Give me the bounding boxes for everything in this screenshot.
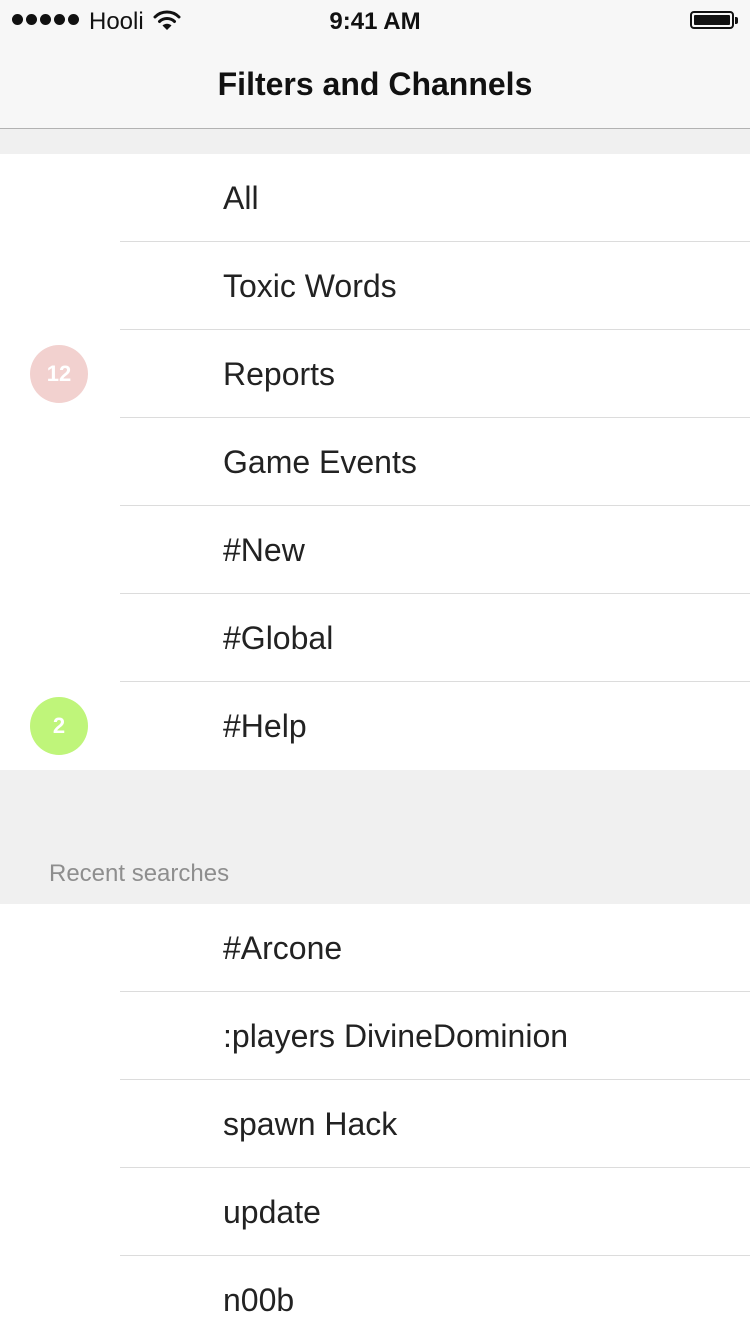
recent-search-item[interactable]: spawn Hack [0, 1080, 750, 1168]
channel-row-global[interactable]: #Global [0, 594, 750, 682]
section-header: Recent searches [49, 860, 230, 887]
channel-row-help[interactable]: 2 #Help [0, 682, 750, 770]
battery-icon [690, 11, 738, 29]
recent-searches-section: Recent searches [0, 770, 750, 904]
status-time: 9:41 AM [329, 8, 421, 35]
channel-label: All [223, 180, 259, 216]
channel-row-game-events[interactable]: Game Events [0, 418, 750, 506]
recent-search-item[interactable]: n00b [0, 1256, 750, 1334]
channel-row-toxic-words[interactable]: Toxic Words [0, 242, 750, 330]
recent-search-item[interactable]: :players DivineDominion [0, 992, 750, 1080]
unread-count-badge: 2 [30, 697, 88, 755]
unread-count-badge: 12 [30, 345, 88, 403]
status-bar: Hooli 9:41 AM [0, 0, 750, 40]
channel-row-new[interactable]: #New [0, 506, 750, 594]
recent-search-label: spawn Hack [223, 1106, 398, 1142]
channel-label: #New [223, 532, 305, 568]
recent-search-item[interactable]: update [0, 1168, 750, 1256]
channel-label: Toxic Words [223, 268, 397, 304]
recent-search-list: #Arcone :players DivineDominion spawn Ha… [0, 904, 750, 1334]
screen: Hooli 9:41 AM Filters and Channels All T… [0, 0, 750, 1334]
channel-row-reports[interactable]: 12 Reports [0, 330, 750, 418]
channel-label: Game Events [223, 444, 417, 480]
recent-search-label: :players DivineDominion [223, 1018, 569, 1054]
channel-label: Reports [223, 356, 336, 392]
section-spacer [0, 129, 750, 154]
recent-search-label: update [223, 1194, 321, 1230]
channel-list: All Toxic Words 12 Reports Game Events #… [0, 154, 750, 770]
channel-label: #Global [223, 620, 334, 656]
page-title: Filters and Channels [217, 66, 533, 102]
channel-label: #Help [223, 708, 307, 744]
navigation-bar: Filters and Channels [0, 40, 750, 129]
recent-search-label: n00b [223, 1282, 295, 1318]
channel-row-all[interactable]: All [0, 154, 750, 242]
recent-search-label: #Arcone [223, 930, 343, 966]
recent-search-item[interactable]: #Arcone [0, 904, 750, 992]
